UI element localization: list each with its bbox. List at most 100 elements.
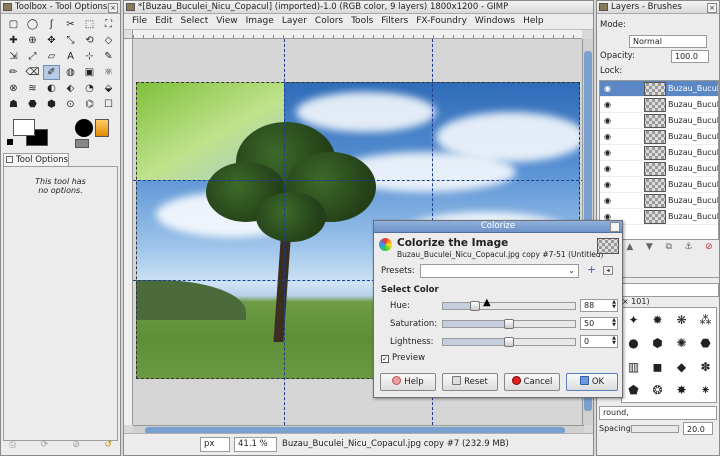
tool-button[interactable]: ◐ [43,81,60,96]
brush-swatch[interactable]: ⁕ [694,379,717,402]
tool-button[interactable]: ⊕ [24,33,41,48]
brush-swatch[interactable]: ▥ [622,355,645,378]
tool-button[interactable]: ✐ [43,65,60,80]
tool-button[interactable]: ʃ [43,17,60,32]
tool-button[interactable]: ◍ [62,65,79,80]
restore-icon[interactable]: ⟳ [41,440,49,450]
menu-select[interactable]: Select [177,14,213,29]
spacing-slider[interactable] [631,425,679,433]
colorize-titlebar[interactable]: Colorize × [374,221,622,233]
brush-swatch[interactable]: ❂ [646,379,669,402]
brush-swatch[interactable]: ● [622,332,645,355]
ok-button[interactable]: OK [566,373,618,391]
brush-swatch[interactable]: ⬣ [694,332,717,355]
visibility-eye-icon[interactable]: ◉ [604,129,611,145]
brush-swatch[interactable]: ✸ [670,379,693,402]
menu-help[interactable]: Help [519,14,548,29]
tool-button[interactable]: ▢ [5,17,22,32]
foreground-color-swatch[interactable] [13,119,35,136]
preview-checkbox[interactable]: ✓ Preview [381,353,425,363]
tool-button[interactable]: A [62,49,79,64]
visibility-eye-icon[interactable]: ◉ [604,97,611,113]
brush-swatch[interactable]: ✦ [622,308,645,331]
saturation-slider[interactable] [442,319,576,329]
tool-button[interactable]: ☐ [100,97,117,112]
gradient-preview-icon[interactable] [95,119,109,137]
layers-titlebar[interactable]: Layers - Brushes × [597,1,719,14]
checkbox-icon[interactable]: ✓ [381,355,389,363]
tool-button[interactable]: ▱ [43,49,60,64]
add-preset-icon[interactable]: + [587,264,596,276]
tool-button[interactable]: ✎ [100,49,117,64]
brush-preview-icon[interactable] [75,119,93,137]
pattern-preview-icon[interactable] [75,139,89,148]
layer-row[interactable]: ◉ Buzau_Buculei [600,129,718,145]
zoom-select[interactable]: 41.1 % [234,437,277,452]
menu-colors[interactable]: Colors [311,14,347,29]
tool-button[interactable]: ✚ [5,33,22,48]
help-button[interactable]: Help [380,373,436,391]
lightness-slider[interactable] [442,337,576,347]
tool-button[interactable]: ◇ [100,33,117,48]
visibility-eye-icon[interactable]: ◉ [604,193,611,209]
brush-swatch[interactable]: ⬟ [622,379,645,402]
cancel-button[interactable]: Cancel [504,373,560,391]
visibility-eye-icon[interactable]: ◉ [604,161,611,177]
tab-tool-options[interactable]: Tool Options [3,153,69,166]
reset-button[interactable]: Reset [442,373,498,391]
save-icon[interactable]: ⎙ [9,440,16,450]
mode-select[interactable]: Normal [629,35,707,48]
tool-button[interactable]: ▣ [81,65,98,80]
brush-swatch[interactable]: ⬢ [646,332,669,355]
tool-button[interactable]: ☗ [5,97,22,112]
reset-icon[interactable]: ↺ [104,440,112,450]
tool-button[interactable]: ⟲ [81,33,98,48]
guide-vertical[interactable] [284,39,285,425]
close-icon[interactable]: × [610,222,620,232]
visibility-eye-icon[interactable]: ◉ [604,113,611,129]
presets-select[interactable]: ⌄ [420,264,579,278]
tool-button[interactable]: ⊗ [5,81,22,96]
visibility-eye-icon[interactable]: ◉ [604,81,611,97]
tool-button[interactable]: ⛶ [100,17,117,32]
lower-layer-icon[interactable]: ▼ [646,242,653,257]
tool-button[interactable]: ⇲ [5,49,22,64]
menu-tools[interactable]: Tools [347,14,377,29]
vertical-ruler[interactable] [124,39,133,425]
menu-layer[interactable]: Layer [278,14,311,29]
tool-button[interactable]: ✂ [62,17,79,32]
saturation-slider-handle[interactable] [504,319,514,329]
hue-slider-handle[interactable] [470,301,481,311]
preset-menu-icon[interactable]: ◂ [603,266,613,275]
tool-button[interactable]: ⬙ [100,81,117,96]
raise-layer-icon[interactable]: ▲ [626,242,633,257]
tool-button[interactable]: ⌫ [24,65,41,80]
menu-fx-foundry[interactable]: FX-Foundry [412,14,471,29]
layer-row[interactable]: ◉ Buzau_Buculei [600,161,718,177]
brush-swatch[interactable]: ◼ [646,355,669,378]
tool-button[interactable]: ⊙ [62,97,79,112]
tool-button[interactable]: ✏ [5,65,22,80]
delete-icon[interactable]: ⊘ [73,440,81,450]
menu-image[interactable]: Image [242,14,278,29]
brush-swatch[interactable]: ❋ [670,308,693,331]
brush-swatch[interactable]: ✺ [670,332,693,355]
layer-row[interactable]: ◉ Buzau_Buculei [600,177,718,193]
close-icon[interactable]: × [707,3,717,13]
lightness-slider-handle[interactable] [504,337,514,347]
hue-spinbutton[interactable]: 88 ▲ ▼ [580,299,618,312]
tool-button[interactable]: ✥ [43,33,60,48]
tool-button[interactable]: ⤢ [24,49,41,64]
visibility-eye-icon[interactable]: ◉ [604,145,611,161]
guide-horizontal[interactable] [133,180,584,181]
hue-slider[interactable] [442,301,576,311]
saturation-spinbutton[interactable]: 50 ▲ ▼ [580,317,618,330]
brush-swatch[interactable]: ✽ [694,355,717,378]
layer-row[interactable]: ◉ Buzau_Buculei [600,145,718,161]
toolbox-titlebar[interactable]: Toolbox - Tool Options × [1,1,120,14]
tool-button[interactable]: ⚛ [100,65,117,80]
menu-windows[interactable]: Windows [471,14,519,29]
menu-view[interactable]: View [212,14,241,29]
tool-button[interactable]: ⬖ [62,81,79,96]
tool-button[interactable]: ⬢ [43,97,60,112]
